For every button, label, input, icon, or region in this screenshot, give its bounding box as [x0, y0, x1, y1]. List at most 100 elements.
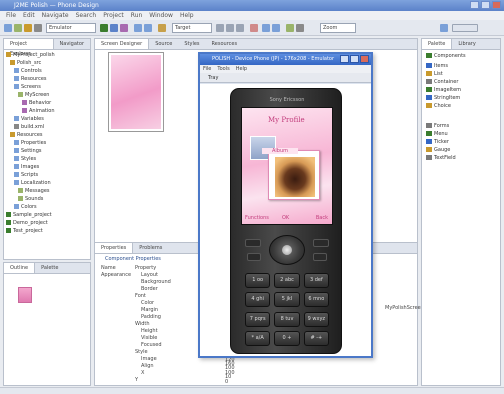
keypad-key[interactable]: * a/A: [245, 330, 271, 346]
menu-navigate[interactable]: Navigate: [42, 11, 69, 20]
keypad-key[interactable]: 4 ghi: [245, 292, 271, 308]
palette-item[interactable]: Ticker: [426, 139, 449, 146]
property-row[interactable]: Padding: [141, 314, 161, 321]
keypad-key[interactable]: 5 jkl: [274, 292, 300, 308]
tab-library[interactable]: Library: [452, 39, 481, 49]
minimize-button[interactable]: [470, 1, 479, 9]
palette-item[interactable]: Container: [426, 79, 458, 86]
target-select[interactable]: Target: [172, 23, 212, 33]
menu-window[interactable]: Window: [149, 11, 173, 20]
undo-icon[interactable]: [262, 24, 270, 32]
palette-item[interactable]: Forms: [426, 123, 449, 130]
tab-project-explorer[interactable]: Project Explorer: [4, 39, 54, 57]
right-softkey-button[interactable]: [313, 239, 329, 247]
run-icon[interactable]: [100, 24, 108, 32]
clear-button[interactable]: [313, 253, 327, 261]
tree-item[interactable]: Sample_project: [6, 212, 52, 219]
align-left-icon[interactable]: [216, 24, 224, 32]
tab-resources[interactable]: Resources: [206, 39, 244, 49]
tree-item[interactable]: MyScreen: [18, 92, 49, 99]
emulator-maximize-button[interactable]: [350, 55, 359, 63]
property-row[interactable]: Color: [141, 300, 154, 307]
new-icon[interactable]: [4, 24, 12, 32]
property-row[interactable]: Visible: [141, 335, 157, 342]
keypad-key[interactable]: 9 wxyz: [303, 311, 329, 327]
tree-item[interactable]: Colors: [14, 204, 37, 211]
forward-icon[interactable]: [144, 24, 152, 32]
tab-screen-designer[interactable]: Screen Designer: [95, 39, 150, 49]
property-row[interactable]: Layout: [141, 272, 158, 279]
tree-item[interactable]: Messages: [18, 188, 50, 195]
palette-item[interactable]: Gauge: [426, 147, 450, 154]
menu-edit[interactable]: Edit: [23, 11, 35, 20]
tree-item[interactable]: Variables: [14, 116, 44, 123]
tree-item[interactable]: Properties: [14, 140, 46, 147]
tree-item[interactable]: build.xml: [14, 124, 44, 131]
tree-item[interactable]: Behavior: [22, 100, 51, 107]
tree-item[interactable]: Images: [14, 164, 39, 171]
property-row[interactable]: Margin: [141, 307, 158, 314]
palette-item[interactable]: List: [426, 71, 443, 78]
palette-item[interactable]: TextField: [426, 155, 456, 162]
property-row[interactable]: Style: [135, 349, 148, 356]
keypad-key[interactable]: # -+: [303, 330, 329, 346]
tree-item[interactable]: MyProject_polish: [6, 52, 55, 59]
property-row[interactable]: Height: [141, 328, 158, 335]
tab-palette[interactable]: Palette: [422, 39, 453, 49]
keypad-key[interactable]: 7 pqrs: [245, 311, 271, 327]
tree-item[interactable]: Resources: [10, 132, 43, 139]
call-button[interactable]: [247, 253, 261, 261]
left-softkey-button[interactable]: [245, 239, 261, 247]
tab-outline[interactable]: Outline: [4, 263, 36, 273]
palette-item[interactable]: Components: [426, 53, 466, 60]
keypad-key[interactable]: 2 abc: [274, 273, 300, 288]
redo-icon[interactable]: [272, 24, 280, 32]
tree-item[interactable]: Settings: [14, 148, 42, 155]
phone-display[interactable]: My Profile Album Functions OK Back: [241, 107, 333, 225]
emulator-menu-help[interactable]: Help: [236, 65, 247, 73]
close-button[interactable]: [492, 1, 501, 9]
print-icon[interactable]: [34, 24, 42, 32]
delete-icon[interactable]: [250, 24, 258, 32]
tab-source[interactable]: Source: [149, 39, 178, 49]
tree-item[interactable]: Resources: [14, 76, 47, 83]
align-center-icon[interactable]: [226, 24, 234, 32]
tree-item[interactable]: Animation: [22, 108, 55, 115]
property-row[interactable]: Property: [135, 265, 156, 272]
tab-problems[interactable]: Problems: [133, 243, 168, 253]
debug-icon[interactable]: [110, 24, 118, 32]
softkey-left[interactable]: Functions: [245, 215, 269, 221]
align-right-icon[interactable]: [236, 24, 244, 32]
back-icon[interactable]: [134, 24, 142, 32]
navigation-select-button[interactable]: [282, 245, 292, 255]
save-icon[interactable]: [14, 24, 22, 32]
tree-item[interactable]: Sounds: [18, 196, 43, 203]
album-card[interactable]: [268, 150, 320, 200]
property-value[interactable]: 0: [225, 379, 228, 386]
tree-item[interactable]: Test_project: [6, 228, 43, 235]
tree-item[interactable]: Controls: [14, 68, 42, 75]
tab-palette-small[interactable]: Palette: [35, 263, 64, 273]
emulator-minimize-button[interactable]: [340, 55, 349, 63]
menu-run[interactable]: Run: [131, 11, 143, 20]
navigation-joystick[interactable]: [269, 235, 305, 265]
keypad-key[interactable]: 8 tuv: [274, 311, 300, 327]
menu-help[interactable]: Help: [180, 11, 194, 20]
settings-icon[interactable]: [296, 24, 304, 32]
tree-item[interactable]: Demo_project: [6, 220, 48, 227]
property-row[interactable]: Background: [141, 279, 171, 286]
property-row[interactable]: Align: [141, 363, 154, 370]
tab-styles[interactable]: Styles: [178, 39, 205, 49]
menu-project[interactable]: Project: [103, 11, 124, 20]
emulator-tray-label[interactable]: Tray: [208, 75, 218, 81]
tab-navigator[interactable]: Navigator: [54, 39, 90, 49]
maximize-button[interactable]: [481, 1, 490, 9]
emulator-menu-tools[interactable]: Tools: [217, 65, 229, 73]
palette-item[interactable]: Items: [426, 63, 448, 70]
tree-item[interactable]: Styles: [14, 156, 36, 163]
property-row[interactable]: Image: [141, 356, 157, 363]
keypad-key[interactable]: 3 def: [303, 273, 329, 288]
tree-item[interactable]: Scripts: [14, 172, 38, 179]
keypad-key[interactable]: 0 +: [274, 330, 300, 346]
keypad-key[interactable]: 1 oo: [245, 273, 271, 288]
